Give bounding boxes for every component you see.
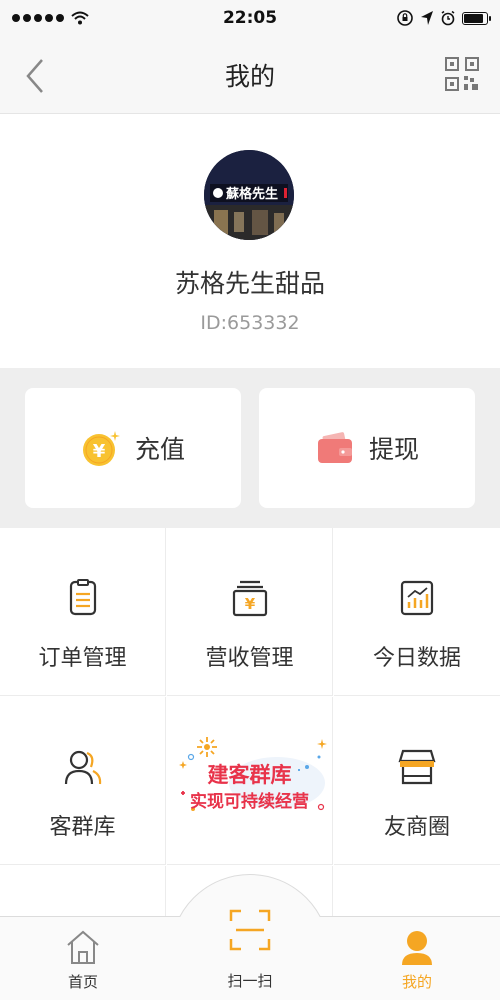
grid-item-label: 客群库	[49, 815, 116, 840]
avatar[interactable]: 蘇格先生	[204, 150, 294, 240]
grid-item-customers[interactable]: 客群库	[0, 697, 166, 865]
tab-scan-label: 扫一扫	[227, 972, 273, 990]
grid-item-revenue[interactable]: ¥ 营收管理	[167, 528, 333, 696]
tab-home-label: 首页	[67, 973, 98, 991]
order-list-icon	[69, 579, 96, 616]
tab-me-label: 我的	[401, 973, 432, 991]
grid-item-label: 营收管理	[205, 646, 294, 671]
grid-item-empty	[334, 866, 500, 916]
grid-item-label: 友商圈	[383, 815, 450, 840]
status-bar: 22:05	[0, 0, 500, 36]
qr-code-icon[interactable]	[444, 56, 480, 92]
grid-item-today-data[interactable]: 今日数据	[334, 528, 500, 696]
user-icon	[402, 931, 432, 965]
promo-banner-art: 建客群库 实现可持续经营	[167, 721, 333, 841]
grid-item-label: 订单管理	[38, 646, 127, 671]
status-time: 22:05	[222, 8, 278, 28]
tab-home[interactable]: 首页	[23, 917, 143, 1000]
status-left	[12, 10, 172, 26]
store-icon	[398, 749, 436, 785]
svg-text:¥: ¥	[93, 441, 106, 462]
grid-item-empty	[0, 866, 166, 916]
promo-line-1: 建客群库	[207, 762, 292, 787]
wallet-icon	[317, 432, 352, 463]
grid-item-orders[interactable]: 订单管理	[0, 528, 166, 696]
page-title: 我的	[224, 61, 275, 91]
location-icon	[421, 11, 433, 25]
tab-me[interactable]: 我的	[357, 917, 477, 1000]
feature-grid: 订单管理 ¥ 营收管理 今日数据 客群库 建客群库 实现可持续经营 友商圈	[0, 528, 500, 916]
revenue-icon: ¥	[232, 580, 267, 617]
avatar-sign-text: 蘇格先生	[226, 187, 279, 202]
wallet-section: ¥ 充值 提现	[0, 368, 500, 528]
profile-section: 蘇格先生 苏格先生甜品 ID:653332	[0, 114, 500, 368]
shop-id: ID:653332	[200, 312, 300, 334]
grid-item-partner-circle[interactable]: 友商圈	[334, 697, 500, 865]
shop-name: 苏格先生甜品	[174, 269, 325, 298]
rotation-lock-icon	[397, 10, 413, 26]
customers-icon	[64, 750, 101, 785]
withdraw-button[interactable]: 提现	[259, 388, 475, 508]
recharge-button[interactable]: ¥ 充值	[25, 388, 241, 508]
grid-item-label: 今日数据	[372, 646, 461, 671]
svg-text:¥: ¥	[244, 595, 255, 613]
withdraw-label: 提现	[368, 435, 419, 464]
promo-banner[interactable]: 建客群库 实现可持续经营	[167, 697, 333, 865]
scan-icon	[229, 909, 271, 951]
status-right	[328, 9, 491, 27]
back-button[interactable]	[20, 56, 50, 96]
alarm-icon	[441, 10, 455, 26]
battery-icon	[462, 11, 491, 25]
screen: 22:05 我的 蘇格先生 苏格先生甜品 ID:653332 ¥ 充值 提现 订…	[0, 0, 500, 1000]
recharge-label: 充值	[134, 435, 185, 464]
signal-dots-icon	[12, 14, 64, 22]
nav-bar: 我的	[0, 36, 500, 114]
promo-line-2: 实现可持续经营	[190, 791, 309, 812]
wifi-icon	[71, 11, 89, 25]
chart-icon	[400, 580, 434, 616]
home-icon	[67, 930, 99, 964]
yuan-coin-icon: ¥	[82, 431, 120, 466]
tab-scan[interactable]: 扫一扫	[190, 900, 310, 1000]
